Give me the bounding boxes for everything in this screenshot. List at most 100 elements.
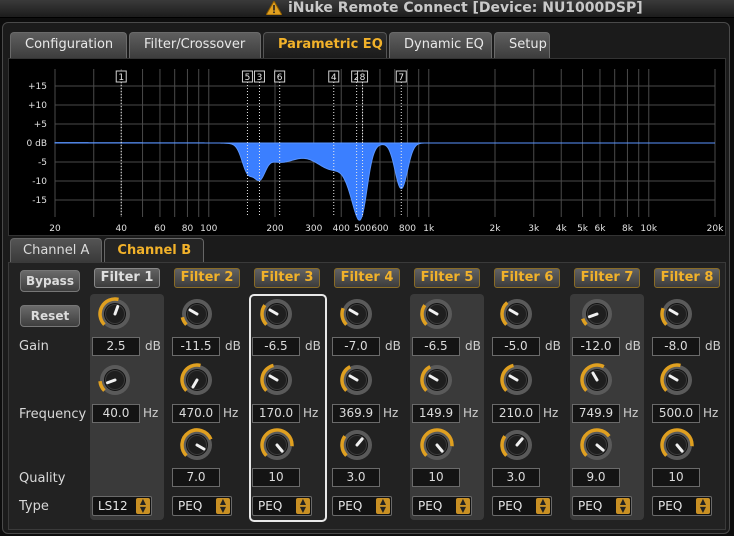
frequency-value[interactable]: 500.0 [652,404,700,423]
type-select[interactable]: LS12 ▲ ▼ [92,496,152,516]
filter-5-toggle-button[interactable]: Filter 5 [414,268,480,288]
frequency-unit: Hz [463,406,479,420]
frequency-knob[interactable] [420,363,454,397]
frequency-knob[interactable] [340,363,374,397]
gain-value[interactable]: -7.0 [332,337,380,356]
filter-7-toggle-button[interactable]: Filter 7 [574,268,640,288]
gain-unit: dB [465,339,481,353]
quality-knob[interactable] [340,428,374,462]
gain-value[interactable]: -5.0 [492,337,540,356]
quality-knob[interactable] [420,428,454,462]
filter-8-toggle-button[interactable]: Filter 8 [654,268,720,288]
type-select[interactable]: PEQ ▲ ▼ [412,496,472,516]
title-bar: iNuke Remote Connect [Device: NU1000DSP] [0,0,734,18]
type-select[interactable]: PEQ ▲ ▼ [572,496,632,516]
frequency-value[interactable]: 40.0 [92,404,140,423]
gain-knob[interactable] [180,297,214,331]
filter-4-toggle-button[interactable]: Filter 4 [334,268,400,288]
filter-column-2: Filter 2 -11.5 dB 470.0 Hz 7.0 PEQ ▲ ▼ [168,266,244,522]
updown-arrows-icon: ▲ ▼ [616,498,630,514]
frequency-value[interactable]: 749.9 [572,404,620,423]
type-select[interactable]: PEQ ▲ ▼ [652,496,712,516]
gain-value[interactable]: -6.5 [252,337,300,356]
quality-knob[interactable] [660,428,694,462]
x-tick-label: 80 [182,224,194,234]
tab-setup[interactable]: Setup [494,32,550,58]
quality-value[interactable]: 10 [252,468,300,487]
frequency-value[interactable]: 369.9 [332,404,380,423]
frequency-value[interactable]: 170.0 [252,404,300,423]
x-tick-label: 2k [490,224,502,234]
tab-parametric-eq[interactable]: Parametric EQ [263,32,387,58]
type-select[interactable]: PEQ ▲ ▼ [332,496,392,516]
frequency-knob[interactable] [580,363,614,397]
filter-column-8: Filter 8 -8.0 dB 500.0 Hz 10 PEQ ▲ ▼ [648,266,724,522]
quality-value[interactable]: 3.0 [332,468,380,487]
quality-value[interactable]: 9.0 [572,468,620,487]
updown-arrows-icon: ▲ ▼ [696,498,710,514]
x-tick-label: 400 [333,224,350,234]
gain-knob[interactable] [420,297,454,331]
gain-knob[interactable] [500,297,534,331]
tab-filter-crossover[interactable]: Filter/Crossover [129,32,261,58]
updown-arrows-icon: ▲ ▼ [296,498,310,514]
gain-knob[interactable] [580,297,614,331]
filter-marker-label: 8 [360,73,366,83]
x-tick-label: 3k [528,224,540,234]
gain-value[interactable]: -11.5 [172,337,220,356]
frequency-value[interactable]: 149.9 [412,404,460,423]
main-tabs: Configuration Filter/Crossover Parametri… [10,32,550,58]
filter-column-7: Filter 7 -12.0 dB 749.9 Hz 9.0 PEQ ▲ ▼ [568,266,644,522]
gain-knob[interactable] [660,297,694,331]
quality-knob[interactable] [180,428,214,462]
gain-knob[interactable] [98,297,132,331]
x-tick-label: 500 [354,224,371,234]
y-tick-label: +10 [28,101,47,111]
quality-value[interactable]: 3.0 [492,468,540,487]
x-tick-label: 10k [640,224,657,234]
type-select[interactable]: PEQ ▲ ▼ [172,496,232,516]
frequency-knob[interactable] [180,363,214,397]
gain-value[interactable]: -6.5 [412,337,460,356]
filter-2-toggle-button[interactable]: Filter 2 [174,268,240,288]
eq-response-plot[interactable]: +15 +10 +5 0 dB -5 -10 -15 20 40 60 80 100 200 300 400… [9,59,725,235]
gain-value[interactable]: 2.5 [92,337,140,356]
tab-dynamic-eq[interactable]: Dynamic EQ [389,32,492,58]
frequency-knob[interactable] [98,363,132,397]
frequency-value[interactable]: 470.0 [172,404,220,423]
frequency-knob[interactable] [500,363,534,397]
quality-value[interactable]: 7.0 [172,468,220,487]
tab-configuration[interactable]: Configuration [10,32,127,58]
type-select[interactable]: PEQ ▲ ▼ [492,496,552,516]
filter-3-toggle-button[interactable]: Filter 3 [254,268,320,288]
gain-unit: dB [145,339,161,353]
y-tick-label: -5 [38,158,47,168]
type-value: PEQ [498,499,523,513]
quality-value[interactable]: 10 [652,468,700,487]
tab-channel-a[interactable]: Channel A [10,238,103,262]
filter-1-toggle-button[interactable]: Filter 1 [94,268,160,288]
frequency-knob[interactable] [660,363,694,397]
tab-channel-b[interactable]: Channel B [104,238,205,262]
type-value: PEQ [578,499,603,513]
filter-6-toggle-button[interactable]: Filter 6 [494,268,560,288]
quality-knob[interactable] [580,428,614,462]
reset-button[interactable]: Reset [20,305,80,327]
eq-graph[interactable]: +15 +10 +5 0 dB -5 -10 -15 20 40 60 80 100 200 300 400… [8,58,726,236]
gain-knob[interactable] [340,297,374,331]
quality-knob[interactable] [260,428,294,462]
frequency-value[interactable]: 210.0 [492,404,540,423]
gain-knob[interactable] [260,297,294,331]
filter-marker-label: 6 [277,73,283,83]
gain-value[interactable]: -12.0 [572,337,620,356]
filter-marker-label: 3 [257,73,263,83]
x-tick-label: 200 [266,224,283,234]
gain-value[interactable]: -8.0 [652,337,700,356]
type-select[interactable]: PEQ ▲ ▼ [252,496,312,516]
quality-knob[interactable] [500,428,534,462]
bypass-button[interactable]: Bypass [20,270,80,292]
type-value: PEQ [338,499,363,513]
filter-column-1: Filter 1 2.5 dB 40.0 Hz LS12 ▲ ▼ [88,266,164,522]
quality-value[interactable]: 10 [412,468,460,487]
frequency-knob[interactable] [260,363,294,397]
